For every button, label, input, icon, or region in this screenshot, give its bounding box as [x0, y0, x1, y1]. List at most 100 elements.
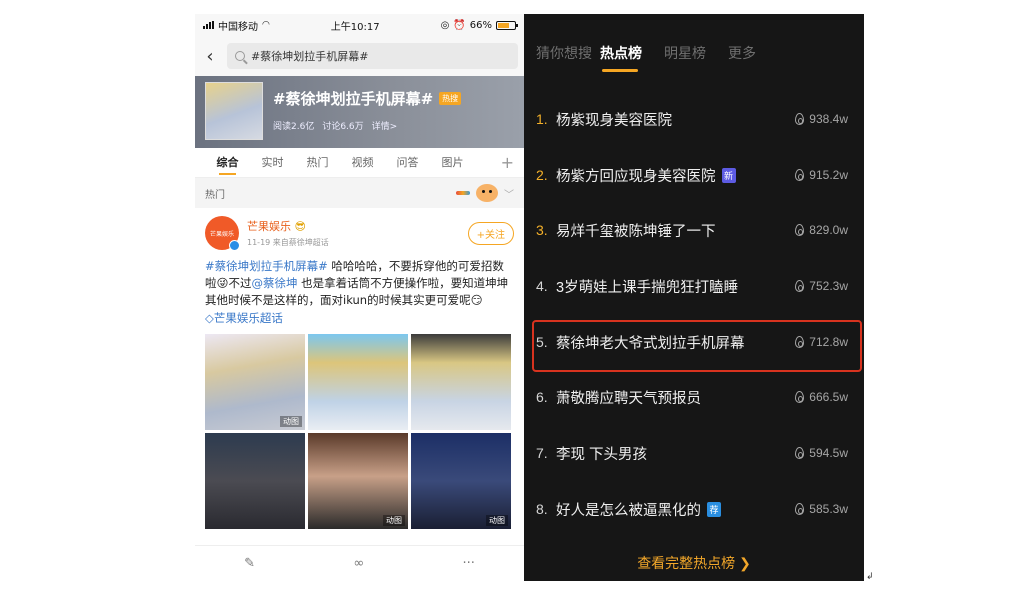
mascot-icon	[476, 184, 498, 202]
flame-icon	[795, 503, 805, 515]
post-image[interactable]: 动图	[411, 433, 511, 529]
hot-list-item[interactable]: 8. 好人是怎么被逼黑化的荐 585.3w	[524, 489, 864, 529]
share-icon[interactable]: ∞	[353, 556, 364, 571]
hot-title: 易烊千玺被陈坤锤了一下	[556, 223, 716, 240]
lock-rotation-icon: ◎	[440, 19, 450, 31]
rank-number: 4.	[536, 278, 548, 294]
hot-title: 杨紫现身美容医院	[556, 112, 672, 129]
new-badge: 新	[721, 167, 736, 183]
details-link[interactable]: 详情>	[372, 119, 398, 132]
gif-badge: 动图	[486, 515, 508, 526]
recommend-badge: 荐	[707, 501, 721, 517]
rank-number: 1.	[536, 111, 548, 127]
emoji: 😜	[216, 276, 229, 290]
hot-title: 杨紫方回应现身美容医院	[556, 168, 716, 185]
follow-button[interactable]: +关注	[467, 221, 514, 245]
flame-icon	[795, 280, 805, 292]
search-query: #蔡徐坤划拉手机屏幕#	[251, 50, 369, 63]
flame-icon	[795, 224, 805, 236]
tab-realtime[interactable]: 实时	[250, 148, 295, 178]
flame-icon	[795, 169, 805, 181]
post-image[interactable]: 动图	[308, 433, 408, 529]
post-source[interactable]: 来自蔡徐坤超话	[273, 238, 329, 247]
post-image[interactable]	[411, 334, 511, 430]
hot-list-tabs: 猜你想搜 热点榜 明星榜 更多	[524, 14, 864, 92]
highlight-box	[532, 320, 862, 372]
rainbow-icon	[456, 191, 470, 195]
flame-icon	[795, 447, 805, 459]
rank-number: 7.	[536, 445, 548, 461]
see-full-hot-list-link[interactable]: 查看完整热点榜 ❯	[524, 553, 864, 573]
tab-images[interactable]: 图片	[430, 148, 475, 178]
edit-icon[interactable]: ✎	[244, 556, 255, 571]
hot-list-item[interactable]: 4. 3岁萌娃上课手揣兜狂打瞌睡 752.3w	[524, 266, 864, 306]
hot-list-item[interactable]: 7. 李现 下头男孩 594.5w	[524, 433, 864, 473]
post-image[interactable]	[308, 334, 408, 430]
post-action-bar: ✎ ∞ ···	[195, 545, 524, 581]
topic-thumbnail	[205, 82, 263, 140]
rank-number: 8.	[536, 501, 548, 517]
hot-list-item[interactable]: 3. 易烊千玺被陈坤锤了一下 829.0w	[524, 210, 864, 250]
rank-number: 3.	[536, 222, 548, 238]
topic-tabs: 综合 实时 热门 视频 问答 图片 +	[195, 148, 524, 178]
supertopic-link[interactable]: ◇芒果娱乐超话	[205, 310, 514, 326]
tab-comprehensive[interactable]: 综合	[205, 148, 250, 178]
gif-badge: 动图	[280, 416, 302, 427]
tab-video[interactable]: 视频	[340, 148, 385, 178]
battery-icon	[495, 20, 518, 30]
tab-guess-search[interactable]: 猜你想搜	[536, 43, 600, 63]
wifi-icon: ◠	[262, 20, 270, 30]
post-text: #蔡徐坤划拉手机屏幕# 哈哈哈哈，不要拆穿他的可爱招数啦😜不过@蔡徐坤 也是拿着…	[205, 259, 509, 307]
heat-value: 915.2w	[809, 168, 848, 182]
heat-value: 585.3w	[809, 502, 848, 516]
mention-link[interactable]: @蔡徐坤	[252, 276, 298, 290]
tab-more[interactable]: 更多	[728, 43, 792, 63]
hot-list-item[interactable]: 2. 杨紫方回应现身美容医院新 915.2w	[524, 155, 864, 195]
read-count: 阅读2.6亿	[273, 122, 315, 132]
tab-qa[interactable]: 问答	[385, 148, 430, 178]
hot-list-screen: 猜你想搜 热点榜 明星榜 更多 1. 杨紫现身美容医院 938.4w 2. 杨紫…	[524, 14, 864, 581]
clock: 上午10:17	[330, 21, 380, 33]
tab-star-list[interactable]: 明星榜	[664, 43, 728, 63]
search-icon	[235, 51, 245, 61]
hot-title: 萧敬腾应聘天气预报员	[556, 390, 701, 407]
tab-hot[interactable]: 热门	[295, 148, 340, 178]
more-icon[interactable]: ···	[462, 556, 474, 571]
hot-list-item[interactable]: 1. 杨紫现身美容医院 938.4w	[524, 99, 864, 139]
signal-icon	[203, 21, 214, 29]
carrier-label: 中国移动	[218, 21, 258, 33]
return-mark-icon: ↲	[866, 572, 874, 582]
status-bar: 中国移动 ◠ 上午10:17 ◎ ⏰ 66%	[195, 14, 524, 36]
heat-value: 829.0w	[809, 223, 848, 237]
search-row: ‹ #蔡徐坤划拉手机屏幕#	[195, 36, 524, 76]
add-tab-button[interactable]: +	[501, 153, 514, 172]
image-grid: 动图 动图 动图	[205, 334, 514, 529]
discussion-count: 讨论6.6万	[322, 122, 364, 132]
hot-section-header: 热门 ﹀	[195, 178, 524, 208]
post-image[interactable]: 动图	[205, 334, 305, 430]
post-image[interactable]	[205, 433, 305, 529]
chevron-down-icon[interactable]: ﹀	[504, 186, 514, 201]
back-arrow-icon[interactable]: ‹	[201, 46, 219, 67]
post-hashtag[interactable]: #蔡徐坤划拉手机屏幕#	[205, 259, 328, 273]
rank-number: 6.	[536, 389, 548, 405]
author-name[interactable]: 芒果娱乐	[247, 220, 291, 233]
emoji: 😏	[470, 293, 483, 307]
verified-icon	[229, 240, 240, 251]
battery-percent: 66%	[469, 19, 492, 31]
avatar[interactable]: 芒果娱乐	[205, 216, 240, 251]
flame-icon	[795, 391, 805, 403]
hot-section-label: 热门	[205, 189, 225, 201]
crown-icon: 😎	[294, 220, 306, 233]
post-date: 11-19	[247, 238, 271, 247]
tab-hot-list[interactable]: 热点榜	[600, 43, 664, 72]
heat-value: 666.5w	[809, 390, 848, 404]
diamond-icon: ◇	[205, 311, 214, 325]
search-input[interactable]: #蔡徐坤划拉手机屏幕#	[227, 43, 518, 69]
hot-list-item[interactable]: 6. 萧敬腾应聘天气预报员 666.5w	[524, 377, 864, 417]
heat-value: 938.4w	[809, 112, 848, 126]
heat-value: 752.3w	[809, 279, 848, 293]
hot-title: 好人是怎么被逼黑化的	[556, 502, 701, 519]
rank-number: 2.	[536, 167, 548, 183]
flame-icon	[795, 113, 805, 125]
